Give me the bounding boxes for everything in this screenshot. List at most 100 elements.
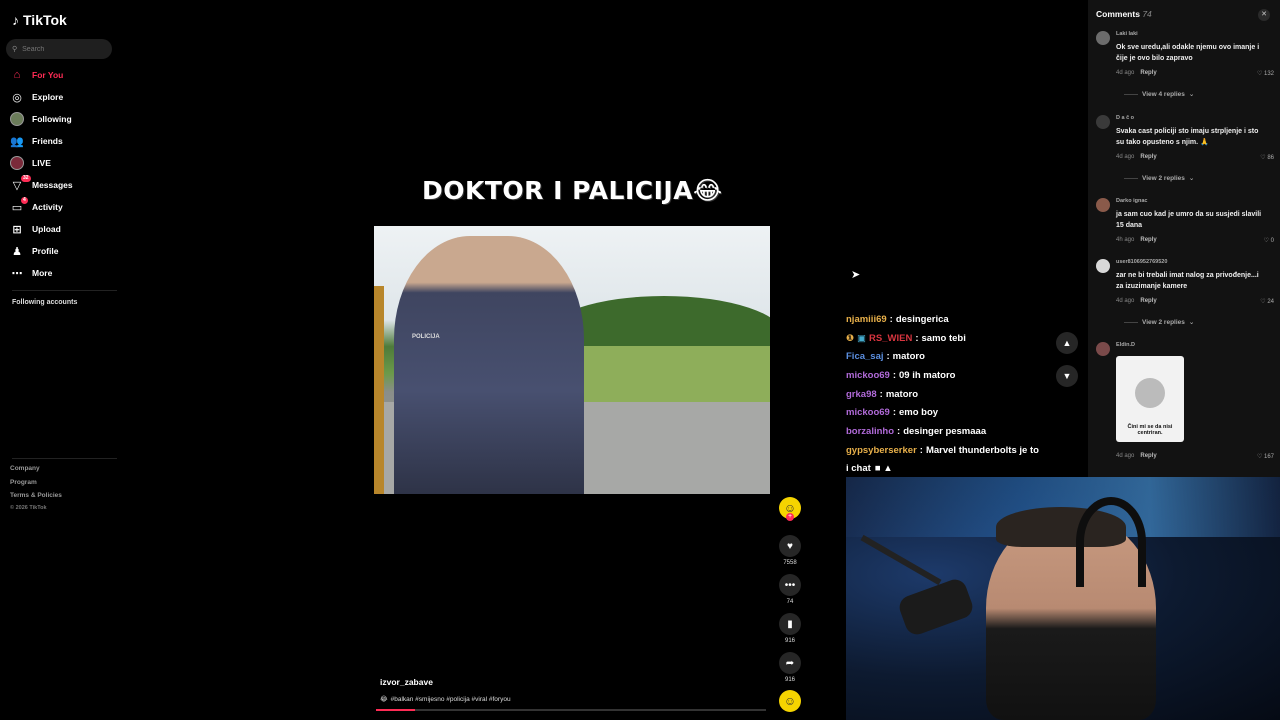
avatar[interactable] [1096, 115, 1110, 129]
sidebar-divider [12, 458, 117, 459]
webcam-mic-arm [860, 534, 942, 586]
chat-line: borzalinho: desinger pesmaaa [846, 425, 987, 437]
comment-username[interactable]: Eldin.D [1116, 342, 1135, 348]
footer-program-link[interactable]: Program [10, 479, 37, 486]
next-video-button[interactable]: ▼ [1056, 365, 1078, 387]
chat-badge-icon: ▣ [857, 332, 867, 344]
footer-company-link[interactable]: Company [10, 465, 40, 472]
chat-line: Fica_saj: matoro [846, 351, 925, 363]
chat-line: gypsyberserker: Marvel thunderbolts je to [846, 444, 1039, 456]
comment-username[interactable]: Laki laki [1116, 31, 1138, 37]
save-count: 916 [784, 638, 795, 644]
footer-copyright: © 2026 TikTok [10, 505, 47, 511]
nav-activity[interactable]: ▭ 4 Activity [10, 197, 115, 216]
comment-username[interactable]: user8106952769520 [1116, 259, 1167, 265]
comments-count: 74 [1142, 9, 1152, 19]
nav-following[interactable]: Following [10, 110, 115, 128]
creator-username[interactable]: izvor_zabave [380, 677, 433, 687]
activity-icon: ▭ 4 [11, 197, 28, 214]
hashtags[interactable]: #balkan #smijesno #policija #viral #fory… [391, 696, 511, 703]
avatar[interactable] [1096, 198, 1110, 212]
nav-messages[interactable]: ▽ 32 Messages [10, 175, 115, 194]
chat-line: ❶ ▣ RS_WIEN: samo tebi [846, 332, 966, 344]
footer-terms-link[interactable]: Terms & Policies [10, 492, 62, 499]
nav-profile[interactable]: ♟ Profile [10, 242, 115, 260]
search-icon: ⚲ [12, 46, 18, 53]
nav-for-you[interactable]: ⌂ For You [10, 66, 115, 84]
chat-line: njamiii69: desingerica [846, 313, 949, 325]
reply-button[interactable]: Reply [1140, 237, 1156, 243]
app-title: TikTok [23, 12, 67, 28]
reply-button[interactable]: Reply [1140, 70, 1156, 76]
share-button[interactable]: ➦ 916 [779, 652, 801, 683]
uniform-patch-label: POLICIJA [412, 334, 440, 340]
comment-button[interactable]: ••• 74 [779, 574, 801, 605]
avatar[interactable] [1096, 342, 1110, 356]
messages-badge: 32 [21, 175, 31, 182]
tiktok-logo[interactable]: ♪ TikTok [12, 12, 67, 28]
more-icon: ⋯ [11, 267, 23, 280]
comment-text: Ok sve uredu,ali odakle njemu ovo imanje… [1116, 44, 1260, 62]
comment-like-button[interactable]: ♡ 132 [1257, 70, 1274, 77]
music-disc-icon: ☺ [779, 690, 801, 712]
comment-like-button[interactable]: ♡ 86 [1260, 154, 1274, 161]
video-player[interactable]: POLICIJA [374, 226, 770, 494]
comment-like-button[interactable]: ♡ 0 [1264, 237, 1274, 244]
creator-avatar-button[interactable]: ☺ + [779, 497, 801, 521]
like-button[interactable]: ♥ 7558 [779, 535, 801, 566]
search-input[interactable] [22, 45, 103, 53]
avatar[interactable] [1096, 259, 1110, 273]
nav-more[interactable]: ⋯ More [10, 264, 115, 282]
video-scene-gate [374, 286, 384, 494]
comment-like-button[interactable]: ♡ 24 [1260, 298, 1274, 305]
follow-plus-icon[interactable]: + [786, 513, 794, 521]
comment-bubble-icon: ••• [779, 574, 801, 596]
previous-video-button[interactable]: ▲ [1056, 332, 1078, 354]
heart-icon: ♥ [779, 535, 801, 557]
activity-badge: 4 [21, 197, 28, 204]
video-caption: 😂 #balkan #smijesno #policija #viral #fo… [380, 695, 511, 704]
view-replies-button[interactable]: View 2 replies ⌄ [1124, 174, 1194, 183]
reply-button[interactable]: Reply [1140, 154, 1156, 160]
nav-friends[interactable]: 👥 Friends [10, 132, 115, 150]
compass-icon: ◎ [12, 91, 22, 104]
nav-live[interactable]: LIVE [10, 154, 115, 172]
comments-header: Comments 74 [1096, 9, 1152, 19]
nav-explore[interactable]: ◎ Explore [10, 88, 115, 106]
comment-meta: 4h ago Reply [1116, 237, 1157, 243]
video-progress-bar[interactable] [376, 709, 766, 711]
webcam-microphone [896, 576, 976, 638]
friends-icon: 👥 [10, 135, 24, 148]
view-replies-button[interactable]: View 2 replies ⌄ [1124, 318, 1194, 327]
sidebar: ♪ TikTok ⚲ ⌂ For You ◎ Explore Following… [0, 0, 125, 720]
reply-button[interactable]: Reply [1140, 298, 1156, 304]
close-icon[interactable]: ✕ [1258, 9, 1270, 21]
nav-upload[interactable]: ⊞ Upload [10, 220, 115, 238]
reply-button[interactable]: Reply [1140, 453, 1156, 459]
chat-badge-icon: ❶ [846, 332, 855, 344]
comments-panel: Comments 74 ✕ Laki laki Ok sve uredu,ali… [1088, 0, 1280, 478]
mouse-cursor-icon: ➤ [851, 269, 861, 281]
view-replies-button[interactable]: View 4 replies ⌄ [1124, 90, 1194, 99]
chat-line: mickoo69: emo boy [846, 407, 939, 419]
avatar[interactable] [1096, 31, 1110, 45]
comment-like-button[interactable]: ♡ 167 [1257, 453, 1274, 460]
live-avatar-icon [10, 156, 24, 170]
comment-username[interactable]: Darko ignac [1116, 198, 1147, 204]
share-count: 916 [784, 677, 795, 683]
video-scene-officer: POLICIJA [394, 236, 584, 494]
home-icon: ⌂ [13, 69, 21, 81]
video-title-overlay: DOKTOR I PALICIJA😂 [422, 176, 723, 205]
search-box[interactable]: ⚲ [6, 39, 112, 59]
comment-username[interactable]: D a č o [1116, 115, 1134, 121]
chat-emote-icon: ■ ▲ [874, 463, 893, 475]
messages-icon: ▽ 32 [12, 175, 31, 192]
comment-count: 74 [786, 599, 794, 605]
sidebar-divider [12, 290, 117, 291]
emoji-icon: 😂 [380, 696, 388, 703]
following-accounts-heading: Following accounts [12, 299, 78, 306]
comment-text: Svaka cast policiji sto imaju strpljenje… [1116, 128, 1259, 146]
save-button[interactable]: ▮ 916 [779, 613, 801, 644]
comment-text: ja sam cuo kad je umro da su susjedi sla… [1116, 211, 1262, 229]
music-disc-button[interactable]: ☺ [779, 690, 801, 712]
